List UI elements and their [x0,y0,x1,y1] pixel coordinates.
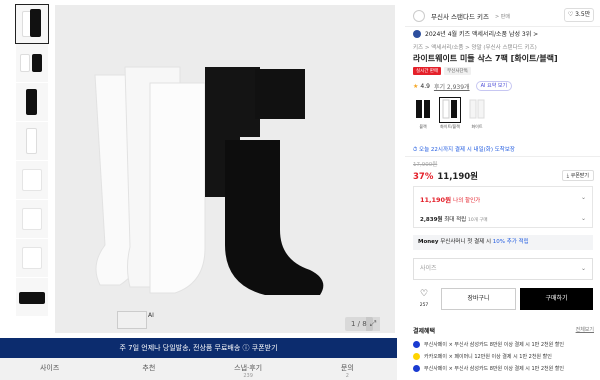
payment-benefit-row: 카카오페이 × 페이머니 12만원 이상 결제 시 1만 2천원 할인 [413,353,552,360]
ranking-text: 2024년 4월 키즈 액세서리/소품 남성 3위 > [425,31,539,38]
ranking-icon [413,29,421,38]
option-label: 블랙 [419,124,427,129]
payment-benefits-title: 결제혜택 [413,328,436,335]
wishlist-button[interactable]: ♡ 257 [413,288,435,310]
brand-logo [413,10,425,22]
sale-price: 11,190원 [437,172,478,182]
product-title: 라이트웨이트 미들 삭스 7팩 [화이트/블랙] [413,54,558,63]
chevron-down-icon[interactable]: ⌄ [581,215,586,222]
add-to-cart-button[interactable]: 장바구니 [441,288,516,310]
coupon-button[interactable]: ⤓ 쿠폰받기 [561,170,594,181]
benefit-box: 11,190원 나의 할인가 ⌄ 2,839원 최대 적립 10개 구매 ⌄ [413,186,593,228]
option-swatch [413,98,433,122]
ai-mini-label: AI [148,312,154,319]
product-info-panel: 무신사 스탠다드 키즈 > 판매 ♡ 3.5만 2024년 4월 키즈 액세서리… [405,0,600,380]
thumbnail-5[interactable] [16,161,48,199]
like-button[interactable]: ♡ 3.5만 [564,8,594,22]
divider [405,26,600,27]
main-product-image[interactable]: AI 1 / 8 ⤢ [55,5,395,333]
tab-label: 스냅·후기 [234,364,263,372]
breadcrumb[interactable]: 키즈 > 액세서리/소품 > 양말 (무신사 스탠다드 키즈) [413,43,537,51]
size-select[interactable]: 사이즈 ⌄ [413,258,593,280]
tab-label: 사이즈 [39,364,60,372]
product-tabs: 사이즈 추천 스냅·후기 239 문의 2 [0,358,397,380]
thumbnail-8[interactable] [16,278,48,316]
money-logo: Money [418,239,439,245]
ranking-row[interactable]: 2024년 4월 키즈 액세서리/소품 남성 3위 > [413,29,538,38]
badge-row: 실시간 판매 무신사단독 [413,67,474,75]
tab-label: 추천 [142,364,156,372]
thumbnail-4[interactable] [16,122,48,160]
rating-row: ★ 4.9 후기 2,939개 AI 요약 보기 [413,81,513,91]
money-text: 무신사머니 첫 결제 시 [440,239,492,245]
kakaopay-icon [413,353,420,360]
money-promo[interactable]: Money 무신사머니 첫 결제 시 10% 추가 적립 [413,235,593,250]
chevron-down-icon[interactable]: ⌄ [581,194,586,201]
tab-recommend[interactable]: 추천 [99,358,198,380]
badge-exclusive: 무신사단독 [444,67,471,75]
expand-icon[interactable]: ⤢ [366,317,380,331]
option-swatch [439,97,461,123]
coupon-label: 쿠폰받기 [570,173,589,179]
payment-benefit-text: 무신사페이 × 무신사 삼성카드 8만원 이상 결제 시 1만 2천원 할인 [424,366,565,372]
payment-benefit-text: 카카오페이 × 페이머니 12만원 이상 결제 시 1만 2천원 할인 [424,354,552,360]
member-price-label: 나의 할인가 [453,198,481,204]
tab-inquiry[interactable]: 문의 2 [298,358,397,380]
discount-rate: 37% [413,172,434,182]
badge-live: 실시간 판매 [413,67,442,75]
tab-count: 239 [243,373,253,379]
points-value: 2,839원 [420,217,443,223]
ai-summary-button[interactable]: AI 요약 보기 [475,81,513,91]
member-price-row[interactable]: 11,190원 나의 할인가 [420,194,480,204]
star-icon: ★ [413,82,419,90]
rating-value: 4.9 [420,82,430,90]
promo-banner[interactable]: 주 7일 언제나 당일발송, 전상품 무료배송 ⓘ 쿠폰받기 [0,338,397,358]
card-icon [413,341,420,348]
payment-view-all-link[interactable]: 전체보기 [576,326,594,333]
thumbnail-1[interactable] [15,4,49,44]
thumbnail-7[interactable] [16,239,48,277]
tab-size[interactable]: 사이즈 [0,358,99,380]
wishlist-count: 257 [419,303,429,308]
brand-name: 무신사 스탠다드 키즈 [431,13,489,21]
color-options: 블랙 화이트/블랙 화이트 [413,97,494,130]
option-swatch [467,98,487,122]
member-price: 11,190원 [420,196,452,204]
review-link[interactable]: 후기 2,939개 [434,82,470,91]
buy-now-button[interactable]: 구매하기 [520,288,593,310]
points-row[interactable]: 2,839원 최대 적립 10개 구매 [420,215,488,223]
brand-row[interactable]: 무신사 스탠다드 키즈 > 판매 [413,9,510,23]
payment-benefit-row: 무신사페이 × 무신사 삼성카드 8만원 이상 결제 시 1만 2천원 할인 [413,365,564,372]
chevron-down-icon: ⌄ [580,265,586,272]
action-row: ♡ 257 장바구니 구매하기 [413,288,593,310]
heart-icon: ♡ [419,289,429,299]
size-placeholder: 사이즈 [420,265,437,272]
option-white[interactable]: 화이트 [467,98,487,130]
socks-illustration [94,66,324,295]
thumbnail-3[interactable] [16,83,48,121]
points-label: 최대 적립 [444,217,467,223]
tab-reviews[interactable]: 스냅·후기 239 [199,358,298,380]
price-row: 37% 11,190원 [413,170,478,182]
card-icon [413,365,420,372]
divider [405,156,600,157]
ai-mini-thumbnail[interactable] [117,311,147,329]
points-note: 10개 구매 [467,218,488,223]
money-highlight: 10% 추가 적립 [492,239,529,245]
option-label: 화이트/블랙 [440,124,460,129]
payment-benefit-text: 무신사페이 × 무신사 삼성카드 8만원 이상 결제 시 1만 2천원 할인 [424,342,565,348]
brand-link: > 판매 [494,13,510,20]
payment-benefit-row: 무신사페이 × 무신사 삼성카드 8만원 이상 결제 시 1만 2천원 할인 [413,341,564,348]
option-label: 화이트 [471,124,483,129]
thumbnail-2[interactable] [16,44,48,82]
tab-count: 2 [345,373,349,379]
thumbnail-strip [15,4,49,317]
original-price: 17,900원 [413,162,438,168]
option-black[interactable]: 블랙 [413,98,433,130]
delivery-info: ⏱ 오늘 22시까지 결제 시 내일(화) 도착보장 [413,147,515,153]
option-white-black[interactable]: 화이트/블랙 [439,97,461,130]
thumbnail-6[interactable] [16,200,48,238]
tab-label: 문의 [340,364,354,372]
